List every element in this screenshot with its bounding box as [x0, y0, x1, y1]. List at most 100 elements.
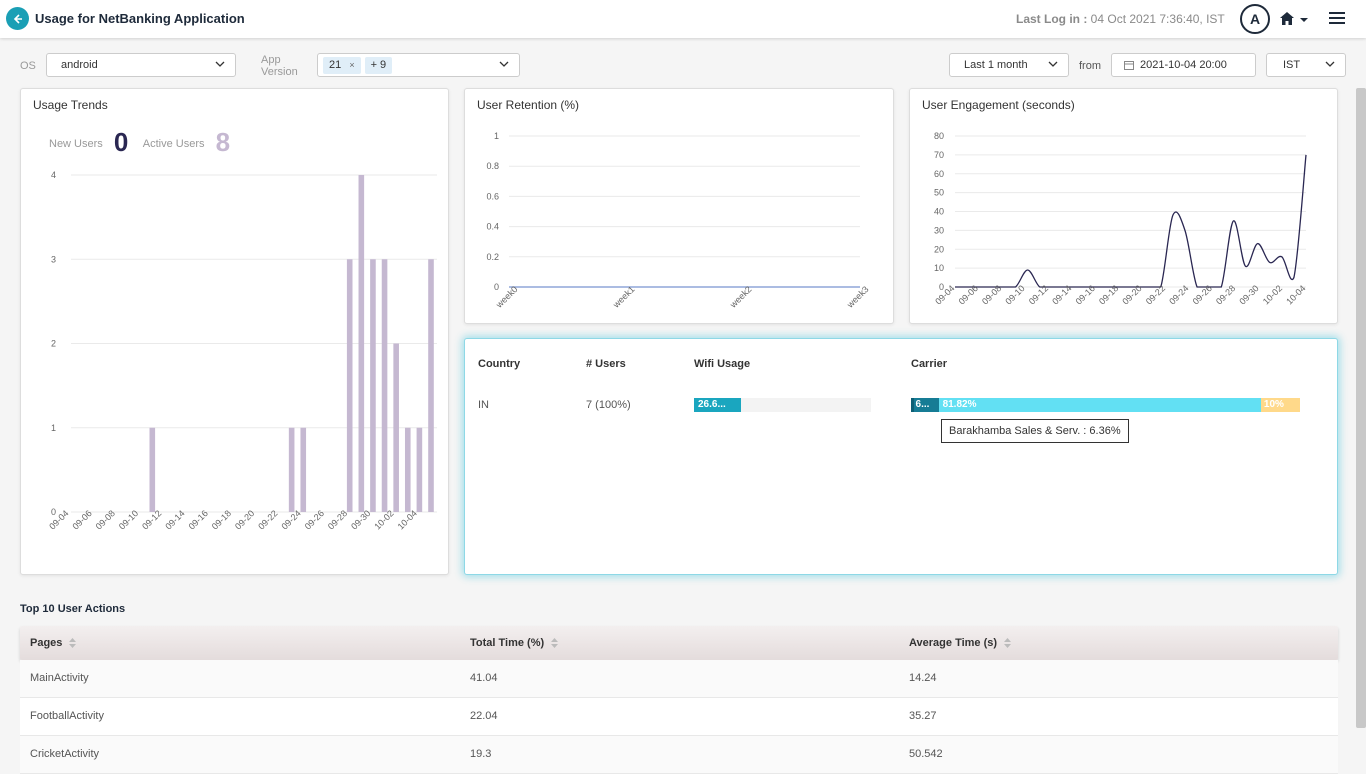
users-value: 7 (100%) [586, 399, 631, 411]
new-users-value: 0 [113, 127, 129, 157]
y-tick-label: 1 [494, 131, 499, 141]
timezone-value: IST [1283, 59, 1301, 71]
carrier-header: Carrier [911, 358, 948, 370]
filter-bar: OS android App Version 21 × + 9 Last 1 mon… [0, 38, 1366, 88]
last-login-label: Last Log in : [1016, 12, 1088, 26]
carrier-bar[interactable]: 6... 81.82% 10% [911, 398, 1305, 412]
y-tick-label: 4 [51, 170, 56, 180]
y-tick-label: 50 [934, 188, 944, 198]
x-tick-label: week3 [844, 284, 870, 310]
chevron-down-icon [1325, 61, 1335, 67]
series-line [955, 154, 1307, 288]
bar [404, 427, 411, 512]
y-tick-label: 0.6 [486, 191, 499, 201]
usage-trends-chart: 0123409-04 09-06 09-08 09-10 09-12 09-14 09-16… [47, 170, 437, 532]
chevron-down-icon [1048, 61, 1058, 67]
back-button[interactable] [6, 7, 29, 30]
country-usage-card: Country # Users Wifi Usage Carrier IN 7 … [464, 338, 1338, 575]
chip-remove-icon[interactable]: × [349, 60, 354, 70]
top-bar: Usage for NetBanking Application Last Lo… [0, 0, 1366, 38]
y-tick-label: 60 [934, 169, 944, 179]
wifi-bar[interactable]: 26.6... [694, 398, 871, 412]
bar [149, 427, 156, 512]
os-select[interactable]: android [46, 53, 236, 77]
col-average-time[interactable]: Average Time (s) [909, 626, 1012, 660]
user-retention-title: User Retention (%) [477, 98, 580, 112]
cell-page: FootballActivity [30, 710, 104, 722]
x-tick-label: 09-04 [933, 283, 956, 306]
y-tick-label: 70 [934, 150, 944, 160]
y-tick-label: 0.8 [486, 161, 499, 171]
y-tick-label: 20 [934, 244, 944, 254]
carrier-tooltip: Barakhamba Sales & Serv. : 6.36% [941, 419, 1129, 443]
x-tick-label: week2 [727, 284, 753, 310]
chevron-down-icon [499, 61, 509, 67]
y-tick-label: 80 [934, 131, 944, 141]
user-engagement-card: User Engagement (seconds) 0 10 20 30 40 50 60 7… [909, 88, 1338, 324]
arrow-left-icon [13, 13, 22, 24]
col-pages-label: Pages [30, 637, 63, 649]
table-row[interactable]: MainActivity 41.04 14.24 [20, 660, 1338, 698]
cell-average-time: 50.542 [909, 748, 943, 760]
app-version-chip[interactable]: 21 × [323, 57, 361, 74]
cell-average-time: 35.27 [909, 710, 937, 722]
bar [300, 427, 307, 512]
y-tick-label: 3 [51, 254, 56, 264]
user-engagement-title: User Engagement (seconds) [922, 98, 1075, 112]
from-date-value: 2021-10-04 20:00 [1140, 59, 1227, 71]
carrier-segment-4[interactable]: 10% [1260, 398, 1301, 412]
chip-label: 21 [329, 59, 342, 71]
y-tick-label: 10 [934, 263, 944, 273]
last-login-value: 04 Oct 2021 7:36:40, IST [1090, 12, 1225, 26]
home-icon [1280, 12, 1308, 25]
home-menu[interactable] [1279, 10, 1311, 28]
bar [346, 259, 353, 512]
table-body: MainActivity 41.04 14.24 FootballActivit… [20, 660, 1338, 774]
os-value: android [61, 59, 98, 71]
app-version-select[interactable]: 21 × + 9 [317, 53, 520, 77]
sort-icon [69, 638, 77, 649]
y-tick-label: 2 [51, 339, 56, 349]
wifi-bar-fill: 26.6... [694, 398, 742, 412]
new-users-label: New Users [49, 138, 103, 150]
timezone-select[interactable]: IST [1266, 53, 1346, 77]
chevron-down-icon [215, 61, 225, 67]
usage-trends-title: Usage Trends [33, 98, 108, 112]
bar [393, 343, 399, 512]
carrier-segment-3[interactable]: 81.82% [938, 398, 1261, 412]
table-row[interactable]: FootballActivity 22.04 35.27 [20, 698, 1338, 736]
avatar[interactable]: A [1240, 4, 1270, 34]
y-tick-label: 0 [494, 282, 499, 292]
bar [358, 175, 365, 512]
page-title: Usage for NetBanking Application [35, 11, 245, 26]
usage-summary: New Users 0 Active Users 8 [49, 127, 230, 158]
last-login: Last Log in : 04 Oct 2021 7:36:40, IST [1016, 12, 1225, 26]
user-retention-card: User Retention (%) 0 0.2 0.4 0.6 0.8 1 week0 we… [464, 88, 894, 324]
col-total-time[interactable]: Total Time (%) [470, 626, 559, 660]
table-row[interactable]: CricketActivity 19.3 50.542 [20, 736, 1338, 774]
top-actions-title: Top 10 User Actions [20, 603, 126, 615]
from-date-input[interactable]: 2021-10-04 20:00 [1111, 53, 1256, 77]
carrier-segment-2[interactable]: 6... [913, 398, 939, 412]
table-header: Pages Total Time (%) Average Time (s) [20, 626, 1338, 660]
usage-trends-card: Usage Trends New Users 0 Active Users 8 … [20, 88, 449, 575]
range-select[interactable]: Last 1 month [949, 53, 1069, 77]
cell-total-time: 41.04 [470, 672, 498, 684]
bar [428, 259, 434, 512]
col-total-time-label: Total Time (%) [470, 637, 545, 649]
y-tick-label: 0.2 [486, 252, 499, 262]
col-pages[interactable]: Pages [30, 626, 77, 660]
col-average-time-label: Average Time (s) [909, 637, 998, 649]
bar [381, 259, 388, 512]
y-tick-label: 40 [934, 207, 944, 217]
cell-average-time: 14.24 [909, 672, 937, 684]
scrollbar[interactable] [1356, 88, 1366, 728]
sort-icon [1004, 638, 1012, 649]
app-version-label-line2: Version [261, 66, 298, 78]
os-label: OS [20, 60, 36, 72]
bar [370, 259, 376, 512]
y-tick-label: 1 [51, 423, 56, 433]
user-engagement-chart: 0102030405060708009-04 09-06 09-08 09-10 09-… [933, 131, 1307, 307]
top-actions-table: Pages Total Time (%) Average Time (s) Ma… [20, 626, 1338, 774]
hamburger-menu[interactable] [1328, 10, 1346, 26]
